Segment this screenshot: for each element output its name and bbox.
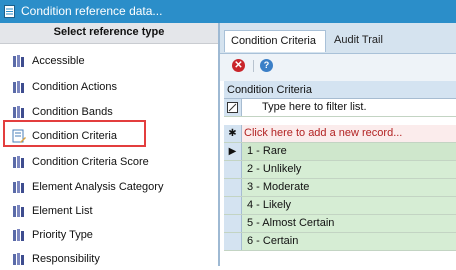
ref-item-priority-type[interactable]: Priority Type bbox=[0, 224, 218, 246]
ref-item-condition-actions[interactable]: Condition Actions bbox=[0, 76, 218, 98]
table-cell: 1 - Rare bbox=[247, 145, 287, 157]
ref-item-label: Condition Bands bbox=[32, 106, 113, 118]
column-header[interactable]: Condition Criteria bbox=[224, 81, 456, 99]
table-cell: 3 - Moderate bbox=[247, 181, 310, 193]
table-cell: 4 - Likely bbox=[247, 199, 292, 211]
books-icon bbox=[13, 181, 24, 193]
new-row-icon: ✱ bbox=[224, 125, 242, 142]
table-cell: 6 - Certain bbox=[247, 235, 299, 247]
add-record-label: Click here to add a new record... bbox=[244, 127, 403, 139]
toolbar-separator bbox=[253, 60, 254, 72]
books-icon bbox=[13, 156, 24, 168]
reference-type-panel: Select reference type Accessible Conditi… bbox=[0, 23, 218, 266]
ref-item-label: Condition Criteria Score bbox=[32, 156, 149, 168]
selection-highlight bbox=[3, 120, 146, 147]
ref-item-label: Condition Actions bbox=[32, 81, 117, 93]
table-row[interactable]: ▶ 1 - Rare bbox=[224, 143, 456, 161]
ref-item-label: Element List bbox=[32, 205, 93, 217]
criteria-panel: Condition Criteria Audit Trail ✕ ? Condi… bbox=[220, 23, 456, 266]
tab-strip: Condition Criteria Audit Trail bbox=[220, 23, 456, 54]
tab-audit-trail[interactable]: Audit Trail bbox=[328, 30, 400, 52]
row-header bbox=[224, 215, 242, 232]
document-icon bbox=[4, 5, 15, 18]
grid-toolbar: ✕ ? bbox=[220, 54, 456, 76]
ref-item-responsibility[interactable]: Responsibility bbox=[0, 248, 218, 270]
add-record-row[interactable]: ✱ Click here to add a new record... bbox=[224, 125, 456, 143]
ref-item-element-analysis-category[interactable]: Element Analysis Category bbox=[0, 176, 218, 198]
table-row[interactable]: 2 - Unlikely bbox=[224, 161, 456, 179]
books-icon bbox=[13, 253, 24, 265]
current-row-icon: ▶ bbox=[224, 143, 242, 160]
ref-item-element-list[interactable]: Element List bbox=[0, 200, 218, 222]
ref-item-label: Responsibility bbox=[32, 253, 100, 265]
filter-input[interactable]: Type here to filter list. bbox=[262, 99, 367, 116]
row-header bbox=[224, 233, 242, 250]
row-header bbox=[224, 179, 242, 196]
reference-type-header: Select reference type bbox=[0, 23, 218, 44]
table-cell: 2 - Unlikely bbox=[247, 163, 302, 175]
table-row[interactable]: 6 - Certain bbox=[224, 233, 456, 251]
filter-icon bbox=[224, 99, 242, 116]
window-titlebar: Condition reference data... bbox=[0, 0, 456, 23]
criteria-grid: Condition Criteria Type here to filter l… bbox=[220, 81, 456, 266]
books-icon bbox=[13, 205, 24, 217]
books-icon bbox=[13, 55, 24, 67]
row-header bbox=[224, 161, 242, 178]
books-icon bbox=[13, 106, 24, 118]
row-header bbox=[224, 197, 242, 214]
ref-item-label: Priority Type bbox=[32, 229, 93, 241]
help-icon[interactable]: ? bbox=[260, 59, 273, 72]
table-cell: 5 - Almost Certain bbox=[247, 217, 335, 229]
books-icon bbox=[13, 81, 24, 93]
table-row[interactable]: 3 - Moderate bbox=[224, 179, 456, 197]
books-icon bbox=[13, 229, 24, 241]
tab-condition-criteria[interactable]: Condition Criteria bbox=[224, 30, 326, 52]
table-row[interactable]: 5 - Almost Certain bbox=[224, 215, 456, 233]
ref-item-condition-criteria-score[interactable]: Condition Criteria Score bbox=[0, 151, 218, 173]
ref-item-label: Element Analysis Category bbox=[32, 181, 164, 193]
table-row[interactable]: 4 - Likely bbox=[224, 197, 456, 215]
ref-item-accessible[interactable]: Accessible bbox=[0, 50, 218, 72]
ref-item-label: Accessible bbox=[32, 55, 85, 67]
window-title: Condition reference data... bbox=[21, 4, 163, 18]
filter-row[interactable]: Type here to filter list. bbox=[224, 99, 456, 117]
delete-icon[interactable]: ✕ bbox=[232, 59, 245, 72]
